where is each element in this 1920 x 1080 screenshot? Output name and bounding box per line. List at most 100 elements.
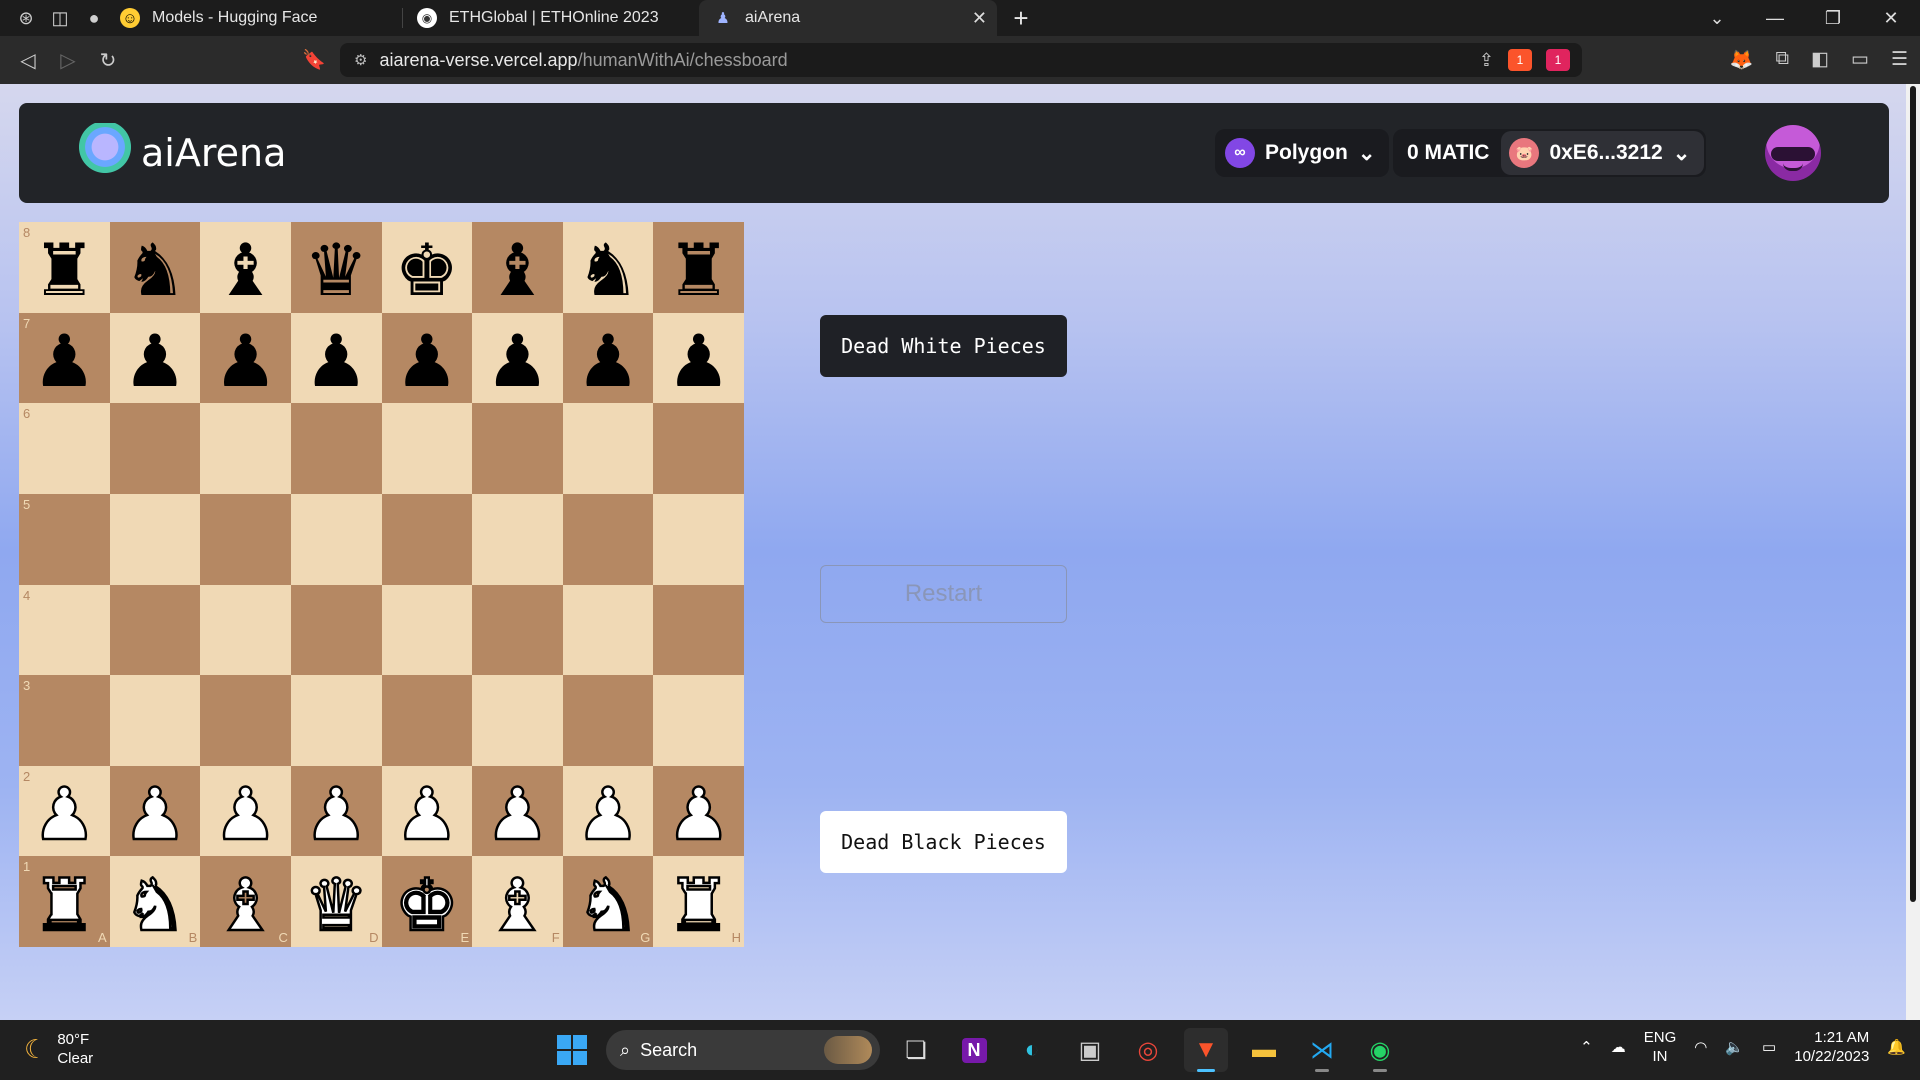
square-c6[interactable] [200, 403, 291, 494]
edge-icon[interactable]: ◐ [1010, 1028, 1054, 1072]
square-a4[interactable]: 4 [19, 584, 110, 676]
tab-aiarena[interactable]: ♟ aiArena ✕ [699, 0, 997, 36]
square-g2[interactable]: ♟ [562, 765, 654, 857]
square-f5[interactable] [472, 493, 563, 585]
notification-bell-icon[interactable]: 🔔 [1887, 1038, 1906, 1056]
close-window-button[interactable]: ✕ [1862, 8, 1920, 29]
volume-icon[interactable]: 🔈 [1725, 1038, 1744, 1056]
tab-hugging-face[interactable]: ☺ Models - Hugging Face [106, 0, 402, 36]
white-pawn-piece[interactable]: ♟ [31, 777, 98, 852]
square-d3[interactable] [290, 675, 382, 766]
metamask-icon[interactable]: 🦊 [1730, 48, 1754, 72]
square-b2[interactable]: ♟ [109, 765, 201, 857]
square-a8[interactable]: 8 ♜ [19, 222, 110, 313]
square-a7[interactable]: 7 ♟ [19, 312, 110, 404]
square-b4[interactable] [109, 584, 201, 676]
white-pawn-piece[interactable]: ♟ [575, 777, 642, 852]
square-a2[interactable]: 2 ♟ [19, 765, 110, 857]
menu-icon[interactable]: ☰ [1891, 48, 1908, 72]
black-knight-piece[interactable]: ♞ [123, 234, 188, 306]
square-g8[interactable]: ♞ [562, 222, 654, 313]
forward-button[interactable]: ▷ [48, 48, 88, 73]
white-rook-piece[interactable]: ♜ [31, 867, 98, 942]
black-pawn-piece[interactable]: ♟ [304, 325, 369, 397]
black-pawn-piece[interactable]: ♟ [213, 325, 278, 397]
square-f1[interactable]: F ♝ [472, 856, 563, 947]
black-bishop-piece[interactable]: ♝ [485, 234, 550, 306]
black-rook-piece[interactable]: ♜ [32, 234, 97, 306]
square-c1[interactable]: C ♝ [200, 856, 291, 947]
share-icon[interactable]: ⇪ [1479, 50, 1494, 71]
square-h1[interactable]: H ♜ [653, 856, 744, 947]
windows-start-icon[interactable] [552, 1030, 592, 1070]
square-b1[interactable]: B ♞ [109, 856, 201, 947]
site-info-icon[interactable]: ⚙ [354, 51, 367, 69]
terminal-icon[interactable]: ▣ [1068, 1028, 1112, 1072]
square-b5[interactable] [109, 493, 201, 585]
square-g1[interactable]: G ♞ [562, 856, 654, 947]
linear-pinned-icon[interactable]: ◫ [48, 6, 72, 30]
back-button[interactable]: ◁ [8, 48, 48, 73]
dead-black-pieces-button[interactable]: Dead Black Pieces [820, 811, 1067, 873]
extensions-puzzle-icon[interactable]: ⧉ [1775, 48, 1789, 72]
square-e2[interactable]: ♟ [381, 765, 473, 857]
square-h4[interactable] [653, 584, 744, 676]
tab-search-chevron-icon[interactable]: ⌄ [1688, 8, 1746, 29]
black-pawn-piece[interactable]: ♟ [32, 325, 97, 397]
square-e8[interactable]: ♚ [381, 222, 473, 313]
square-f8[interactable]: ♝ [472, 222, 563, 313]
chevron-up-icon[interactable]: ⌃ [1580, 1038, 1593, 1056]
white-knight-piece[interactable]: ♞ [121, 867, 188, 942]
white-bishop-piece[interactable]: ♝ [212, 867, 279, 942]
square-c5[interactable] [200, 493, 291, 585]
sidebar-icon[interactable]: ◧ [1811, 48, 1829, 72]
weather-widget[interactable]: ☾ 80°F Clear [24, 1030, 93, 1068]
black-rook-piece[interactable]: ♜ [666, 234, 731, 306]
square-h7[interactable]: ♟ [653, 312, 744, 404]
dead-white-pieces-button[interactable]: Dead White Pieces [820, 315, 1067, 377]
white-pawn-piece[interactable]: ♟ [393, 777, 460, 852]
black-knight-piece[interactable]: ♞ [576, 234, 641, 306]
black-pawn-piece[interactable]: ♟ [666, 325, 731, 397]
square-h5[interactable] [653, 493, 744, 585]
taskbar-search[interactable]: ⌕ Search [606, 1030, 880, 1070]
wallet-address-pill[interactable]: 🐷 0xE6...3212 ⌄ [1501, 131, 1705, 175]
chrome-icon[interactable]: ◎ [1126, 1028, 1170, 1072]
square-h6[interactable] [653, 403, 744, 494]
vscode-icon[interactable]: ⋊ [1300, 1028, 1344, 1072]
square-a6[interactable]: 6 [19, 403, 110, 494]
white-rook-piece[interactable]: ♜ [665, 867, 732, 942]
white-pawn-piece[interactable]: ♟ [303, 777, 370, 852]
white-queen-piece[interactable]: ♛ [303, 867, 370, 942]
white-knight-piece[interactable]: ♞ [575, 867, 642, 942]
wifi-icon[interactable]: ◠ [1694, 1038, 1707, 1056]
square-g7[interactable]: ♟ [562, 312, 654, 404]
page-scrollbar[interactable] [1906, 84, 1920, 1020]
onedrive-icon[interactable]: ☁ [1611, 1038, 1626, 1056]
square-c2[interactable]: ♟ [200, 765, 291, 857]
square-g6[interactable] [562, 403, 654, 494]
square-g5[interactable] [562, 493, 654, 585]
brave-icon[interactable]: ▼ [1184, 1028, 1228, 1072]
square-a3[interactable]: 3 [19, 675, 110, 766]
square-b3[interactable] [109, 675, 201, 766]
square-d8[interactable]: ♛ [290, 222, 382, 313]
square-c8[interactable]: ♝ [200, 222, 291, 313]
white-king-piece[interactable]: ♚ [393, 867, 460, 942]
close-tab-icon[interactable]: ✕ [972, 8, 987, 29]
account-button[interactable]: 0 MATIC 🐷 0xE6...3212 ⌄ [1393, 129, 1707, 177]
chatgpt-pinned-icon[interactable]: ⊛ [14, 6, 38, 30]
black-bishop-piece[interactable]: ♝ [213, 234, 278, 306]
clock[interactable]: 1:21 AM 10/22/2023 [1794, 1028, 1869, 1066]
square-f7[interactable]: ♟ [472, 312, 563, 404]
white-pawn-piece[interactable]: ♟ [665, 777, 732, 852]
brave-rewards-icon[interactable]: 1 [1546, 49, 1570, 71]
whatsapp-icon[interactable]: ◉ [1358, 1028, 1402, 1072]
task-view-icon[interactable]: ❏ [894, 1028, 938, 1072]
square-f4[interactable] [472, 584, 563, 676]
square-d5[interactable] [290, 493, 382, 585]
square-f2[interactable]: ♟ [472, 765, 563, 857]
white-bishop-piece[interactable]: ♝ [484, 867, 551, 942]
user-avatar[interactable] [1765, 125, 1821, 181]
square-f6[interactable] [472, 403, 563, 494]
